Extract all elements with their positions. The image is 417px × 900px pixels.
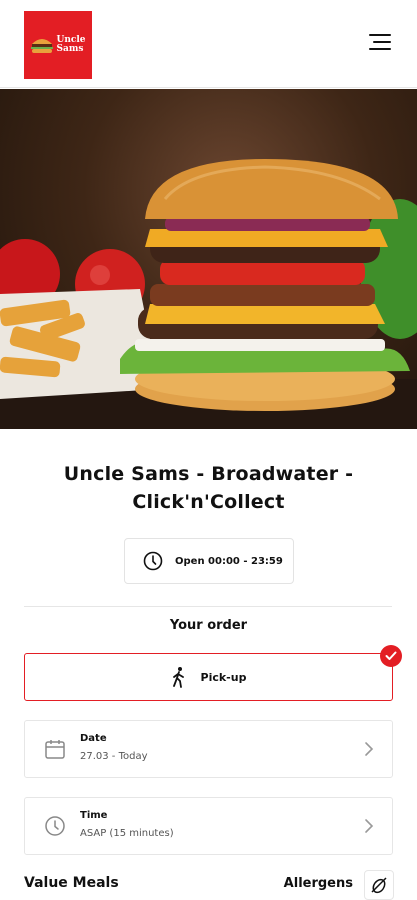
hamburger-menu-icon[interactable] [369, 34, 391, 54]
pickup-label: Pick-up [200, 670, 247, 684]
title-line2: Click'n'Collect [132, 491, 285, 513]
allergen-icon[interactable] [364, 870, 394, 900]
hero-image [0, 89, 417, 429]
calendar-icon [45, 740, 65, 759]
check-icon [380, 645, 402, 667]
logo-text: Uncle Sams [56, 36, 85, 54]
logo-text-line2: Sams [56, 44, 84, 54]
time-selector[interactable]: Time ASAP (15 minutes) [24, 797, 393, 855]
opening-hours-text: Open 00:00 - 23:59 [175, 555, 283, 567]
brand-logo[interactable]: Uncle Sams [24, 11, 92, 79]
time-value: ASAP (15 minutes) [80, 828, 174, 839]
title-line1: Uncle Sams - Broadwater - [63, 463, 354, 485]
your-order-heading: Your order [169, 618, 248, 633]
burger-and-fries-illustration [0, 159, 417, 429]
time-label: Time [80, 810, 108, 821]
section-divider [24, 606, 392, 607]
date-value: 27.03 - Today [80, 751, 148, 762]
chevron-right-icon [365, 819, 374, 833]
date-selector[interactable]: Date 27.03 - Today [24, 720, 393, 778]
date-label: Date [80, 733, 107, 744]
chevron-right-icon [365, 742, 374, 756]
burger-logo-icon [31, 39, 54, 53]
clock-icon [45, 816, 65, 836]
walking-person-icon [172, 667, 184, 688]
opening-hours-badge: Open 00:00 - 23:59 [124, 538, 294, 584]
clock-icon [143, 551, 163, 571]
pickup-option-button[interactable]: Pick-up [24, 653, 393, 701]
restaurant-title: Uncle Sams - Broadwater - Click'n'Collec… [20, 460, 397, 516]
app-header: Uncle Sams [0, 0, 417, 88]
menu-section-title: Value Meals [24, 875, 119, 891]
allergens-link[interactable]: Allergens [284, 876, 353, 891]
